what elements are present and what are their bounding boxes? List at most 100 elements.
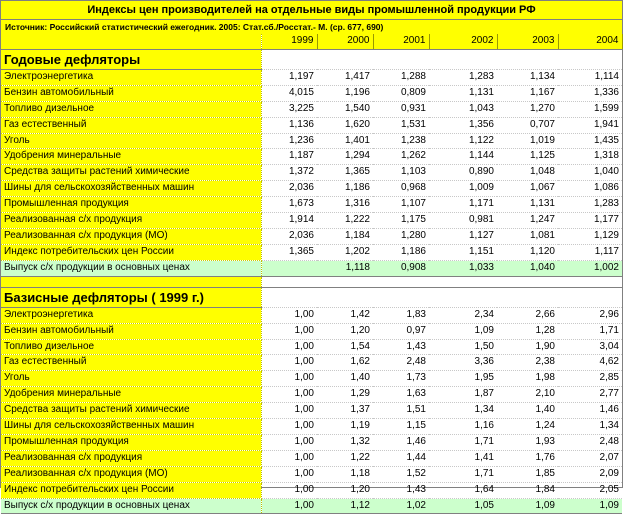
value-cell: 1,009 bbox=[429, 180, 497, 198]
value-cell: 1,372 bbox=[261, 164, 317, 182]
empty-cell bbox=[317, 287, 373, 308]
value-cell: 1,00 bbox=[261, 402, 317, 420]
value-cell: 2,05 bbox=[558, 482, 622, 499]
empty-cell bbox=[373, 287, 429, 308]
empty-cell bbox=[261, 49, 317, 70]
row-label: Топливо дизельное bbox=[1, 339, 262, 356]
value-cell: 1,15 bbox=[373, 418, 429, 435]
empty-cell bbox=[1, 276, 262, 288]
value-cell: 1,76 bbox=[497, 450, 558, 467]
value-cell: 1,42 bbox=[317, 307, 373, 324]
value-cell: 1,00 bbox=[261, 354, 317, 372]
value-cell: 1,20 bbox=[317, 323, 373, 340]
row-label: Промышленная продукция bbox=[1, 434, 262, 451]
value-cell: 1,19 bbox=[317, 418, 373, 435]
value-cell: 1,081 bbox=[497, 228, 558, 245]
year-header: 2001 bbox=[373, 34, 430, 50]
row-label: Газ естественный bbox=[1, 117, 262, 134]
value-cell: 1,64 bbox=[429, 482, 497, 499]
row-label: Промышленная продукция bbox=[1, 196, 262, 214]
value-cell: 1,294 bbox=[317, 148, 373, 166]
value-cell: 1,175 bbox=[373, 212, 429, 229]
source-note: Источник: Российский статистический ежег… bbox=[1, 20, 622, 34]
empty-cell bbox=[261, 287, 317, 308]
section-heading: Базисные дефляторы ( 1999 г.) bbox=[1, 287, 262, 308]
value-cell: 1,90 bbox=[497, 339, 558, 356]
table-row: Шины для сельскохозяйственных машин 1,00 1… bbox=[1, 418, 622, 435]
empty-cell bbox=[317, 276, 373, 288]
value-cell: 1,202 bbox=[317, 244, 373, 261]
value-cell: 1,18 bbox=[317, 466, 373, 483]
value-cell: 4,015 bbox=[261, 85, 317, 102]
value-cell: 1,184 bbox=[317, 228, 373, 245]
value-cell: 1,09 bbox=[558, 498, 622, 514]
value-cell: 1,09 bbox=[429, 323, 497, 340]
value-cell: 2,85 bbox=[558, 370, 622, 388]
row-label: Уголь bbox=[1, 133, 262, 150]
value-cell: 1,41 bbox=[429, 450, 497, 467]
value-cell: 1,71 bbox=[429, 434, 497, 451]
value-cell: 1,37 bbox=[317, 402, 373, 420]
value-cell: 1,63 bbox=[373, 386, 429, 404]
value-cell: 1,29 bbox=[317, 386, 373, 404]
value-cell: 1,95 bbox=[429, 370, 497, 388]
value-cell: 1,238 bbox=[373, 133, 429, 150]
value-cell: 1,365 bbox=[317, 164, 373, 182]
value-cell: 1,114 bbox=[558, 69, 622, 86]
table-row: Реализованная с/х продукция (МО) 2,036 1,1… bbox=[1, 228, 622, 245]
year-header: 2004 bbox=[558, 34, 623, 50]
value-cell: 1,00 bbox=[261, 386, 317, 404]
empty-cell bbox=[261, 276, 317, 288]
value-cell: 1,187 bbox=[261, 148, 317, 166]
value-cell: 0,809 bbox=[373, 85, 429, 102]
deflator-table: 1999 2000 2001 2002 2003 2004 Годовые де… bbox=[1, 34, 623, 514]
value-cell: 1,00 bbox=[261, 482, 317, 499]
header-corner-cell bbox=[1, 34, 262, 50]
value-cell: 0,908 bbox=[373, 260, 429, 277]
value-cell: 1,144 bbox=[429, 148, 497, 166]
value-cell: 1,540 bbox=[317, 101, 373, 118]
row-label: Реализованная с/х продукция (МО) bbox=[1, 228, 262, 245]
year-header: 2003 bbox=[497, 34, 559, 50]
value-cell: 1,167 bbox=[497, 85, 558, 102]
value-cell: 1,107 bbox=[373, 196, 429, 214]
value-cell: 1,46 bbox=[373, 434, 429, 451]
value-cell: 1,131 bbox=[497, 196, 558, 214]
value-cell: 1,34 bbox=[558, 418, 622, 435]
empty-cell bbox=[497, 276, 558, 288]
year-header-row: 1999 2000 2001 2002 2003 2004 bbox=[1, 34, 623, 50]
value-cell: 1,00 bbox=[261, 498, 317, 514]
table-row: Газ естественный 1,136 1,620 1,531 1,356 0,70… bbox=[1, 117, 622, 134]
value-cell: 1,52 bbox=[373, 466, 429, 483]
row-label: Электроэнергетика bbox=[1, 307, 262, 324]
value-cell: 1,283 bbox=[429, 69, 497, 86]
row-label: Топливо дизельное bbox=[1, 101, 262, 118]
empty-cell bbox=[497, 287, 558, 308]
row-label: Удобрения минеральные bbox=[1, 386, 262, 404]
value-cell: 1,401 bbox=[317, 133, 373, 150]
value-cell: 0,981 bbox=[429, 212, 497, 229]
table-row: Уголь 1,236 1,401 1,238 1,122 1,019 1,435 bbox=[1, 133, 622, 150]
table-row: Индекс потребительских цен России 1,365 1,… bbox=[1, 244, 622, 261]
value-cell: 1,09 bbox=[497, 498, 558, 514]
row-label: Реализованная с/х продукция bbox=[1, 450, 262, 467]
row-label: Выпуск с/х продукции в основных ценах bbox=[1, 260, 262, 277]
value-cell: 1,086 bbox=[558, 180, 622, 198]
table-row: Промышленная продукция 1,673 1,316 1,107 1,1… bbox=[1, 196, 622, 214]
table-row: Промышленная продукция 1,00 1,32 1,46 1,71 1,… bbox=[1, 434, 622, 451]
row-label: Удобрения минеральные bbox=[1, 148, 262, 166]
table-row: Удобрения минеральные 1,00 1,29 1,63 1,87 2,1… bbox=[1, 386, 622, 404]
year-header: 2000 bbox=[317, 34, 374, 50]
value-cell: 1,599 bbox=[558, 101, 622, 118]
empty-cell bbox=[429, 276, 497, 288]
value-cell: 1,002 bbox=[558, 260, 622, 277]
value-cell: 1,129 bbox=[558, 228, 622, 245]
row-label: Уголь bbox=[1, 370, 262, 388]
value-cell: 1,151 bbox=[429, 244, 497, 261]
value-cell: 1,131 bbox=[429, 85, 497, 102]
value-cell: 2,96 bbox=[558, 307, 622, 324]
row-label: Бензин автомобильный bbox=[1, 323, 262, 340]
value-cell: 3,36 bbox=[429, 354, 497, 372]
table-row: Бензин автомобильный 4,015 1,196 0,809 1,131… bbox=[1, 85, 622, 102]
value-cell: 1,71 bbox=[558, 323, 622, 340]
